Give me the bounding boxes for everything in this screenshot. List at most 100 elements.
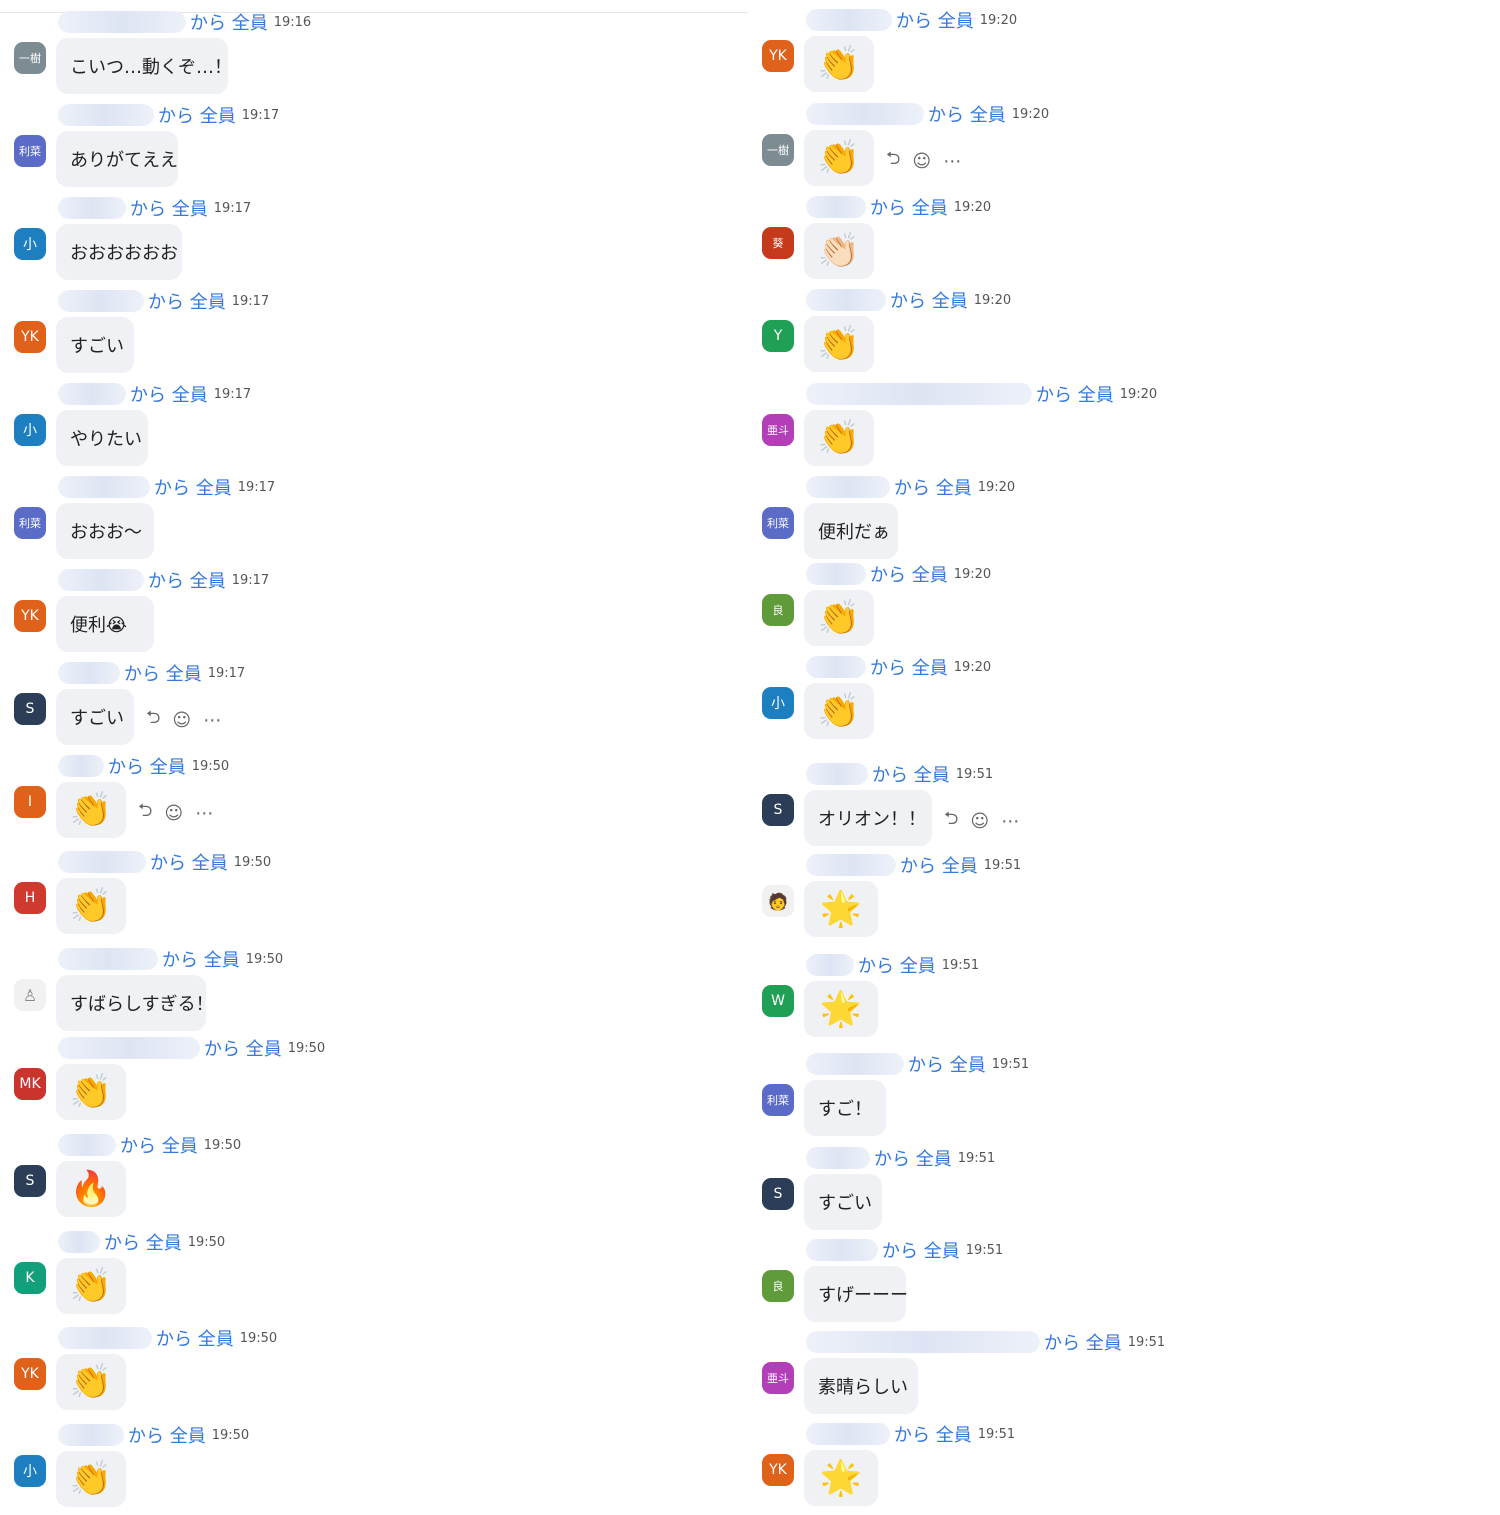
chat-message[interactable]: YK から 全員 19:17 便利😭 [0, 568, 740, 660]
message-bubble[interactable]: すごい [804, 1174, 882, 1230]
recipient-label[interactable]: から 全員 [150, 849, 228, 875]
message-actions[interactable]: ⮌ ☺ ⋯ [146, 705, 221, 735]
chat-message[interactable]: 利菜 から 全員 19:17 ありがてええ [0, 103, 740, 195]
recipient-label[interactable]: から 全員 [894, 474, 972, 500]
chat-message[interactable]: YK から 全員 19:17 すごい [0, 289, 740, 381]
recipient-label[interactable]: から 全員 [204, 1035, 282, 1061]
recipient-label[interactable]: から 全員 [1044, 1329, 1122, 1355]
chat-message[interactable]: YK から 全員 19:51 🌟 [748, 1422, 1488, 1514]
emoji-message-bubble[interactable]: 👏 [56, 1354, 126, 1410]
recipient-label[interactable]: から 全員 [894, 1421, 972, 1447]
add-reaction-icon[interactable]: ☺ [912, 151, 931, 172]
chat-message[interactable]: 小 から 全員 19:20 👏 [748, 655, 1488, 747]
chat-column-left[interactable]: 一樹 から 全員 19:16 こいつ…動くぞ…！ 利菜 から 全員 19:17 ありがてええ小… [0, 0, 740, 1507]
chat-message[interactable]: YK から 全員 19:20 👏 [748, 8, 1488, 100]
more-options-icon[interactable]: ⋯ [943, 151, 961, 172]
emoji-message-bubble[interactable]: 🌟 [804, 1450, 878, 1506]
add-reaction-icon[interactable]: ☺ [172, 710, 191, 731]
emoji-message-bubble[interactable]: 👏🏻 [804, 223, 874, 279]
message-bubble[interactable]: すばらしすぎる！ [56, 975, 214, 1031]
chat-column-right[interactable]: YK から 全員 19:20 👏 一樹 から 全員 19:20 👏 ⮌ ☺ ⋯ 葵から 全員 19:20… [748, 0, 1488, 1506]
chat-message[interactable]: 一樹 から 全員 19:16 こいつ…動くぞ…！ [0, 10, 740, 102]
message-bubble[interactable]: 便利だぁ [804, 503, 898, 559]
avatar[interactable]: 亜斗 [762, 414, 794, 446]
emoji-message-bubble[interactable]: 👏 [804, 590, 874, 646]
message-actions[interactable]: ⮌ ☺ ⋯ [886, 146, 961, 176]
avatar[interactable]: 良 [762, 594, 794, 626]
recipient-label[interactable]: から 全員 [870, 654, 948, 680]
chat-message[interactable]: 亜斗 から 全員 19:20 👏 [748, 382, 1488, 474]
reply-icon[interactable]: ⮌ [944, 806, 958, 836]
recipient-label[interactable]: から 全員 [162, 946, 240, 972]
chat-message[interactable]: H から 全員 19:50 👏 [0, 850, 740, 942]
chat-message[interactable]: S から 全員 19:51 オリオン！！ ⮌ ☺ ⋯ [748, 762, 1488, 854]
recipient-label[interactable]: から 全員 [872, 761, 950, 787]
message-bubble[interactable]: すごい [56, 317, 134, 373]
emoji-message-bubble[interactable]: 🔥 [56, 1161, 126, 1217]
recipient-label[interactable]: から 全員 [104, 1229, 182, 1255]
chat-message[interactable]: MK から 全員 19:50 👏 [0, 1036, 740, 1128]
avatar[interactable]: 良 [762, 1270, 794, 1302]
recipient-label[interactable]: から 全員 [900, 852, 978, 878]
avatar[interactable]: 🧑 [762, 885, 794, 917]
message-bubble[interactable]: すげーーー [804, 1266, 908, 1322]
recipient-label[interactable]: から 全員 [154, 474, 232, 500]
message-bubble[interactable]: おおお〜 [56, 503, 154, 559]
recipient-label[interactable]: から 全員 [190, 9, 268, 35]
chat-message[interactable]: 葵 から 全員 19:20 👏🏻 [748, 195, 1488, 287]
emoji-message-bubble[interactable]: 👏 [804, 316, 874, 372]
emoji-message-bubble[interactable]: 👏 [804, 36, 874, 92]
message-actions[interactable]: ⮌ ☺ ⋯ [138, 798, 213, 828]
chat-message[interactable]: 利菜 から 全員 19:20 便利だぁ [748, 475, 1488, 567]
chat-message[interactable]: 🧑 から 全員 19:51 🌟 [748, 853, 1488, 945]
chat-message[interactable]: ♙ から 全員 19:50 すばらしすぎる！ [0, 947, 740, 1039]
emoji-message-bubble[interactable]: 👏 [56, 782, 126, 838]
message-bubble[interactable]: 便利😭 [56, 596, 154, 652]
avatar[interactable]: YK [762, 1454, 794, 1486]
chat-message[interactable]: Y から 全員 19:20 👏 [748, 288, 1488, 380]
avatar[interactable]: YK [762, 40, 794, 72]
recipient-label[interactable]: から 全員 [870, 194, 948, 220]
recipient-label[interactable]: から 全員 [130, 195, 208, 221]
avatar[interactable]: YK [14, 1358, 46, 1390]
emoji-message-bubble[interactable]: 👏 [804, 410, 874, 466]
avatar[interactable]: 小 [762, 687, 794, 719]
message-bubble[interactable]: こいつ…動くぞ…！ [56, 38, 232, 94]
recipient-label[interactable]: から 全員 [124, 660, 202, 686]
recipient-label[interactable]: から 全員 [148, 288, 226, 314]
avatar[interactable]: 葵 [762, 227, 794, 259]
recipient-label[interactable]: から 全員 [128, 1422, 206, 1448]
message-bubble[interactable]: 素晴らしい [804, 1358, 918, 1414]
add-reaction-icon[interactable]: ☺ [970, 811, 989, 832]
recipient-label[interactable]: から 全員 [870, 561, 948, 587]
chat-message[interactable]: 小 から 全員 19:17 おおおおおお [0, 196, 740, 288]
avatar[interactable]: K [14, 1262, 46, 1294]
reply-icon[interactable]: ⮌ [146, 705, 160, 735]
chat-message[interactable]: 利菜 から 全員 19:17 おおお〜 [0, 475, 740, 567]
chat-message[interactable]: S から 全員 19:50 🔥 [0, 1133, 740, 1225]
add-reaction-icon[interactable]: ☺ [164, 803, 183, 824]
chat-message[interactable]: 一樹 から 全員 19:20 👏 ⮌ ☺ ⋯ [748, 102, 1488, 194]
avatar[interactable]: W [762, 985, 794, 1017]
reply-icon[interactable]: ⮌ [886, 146, 900, 176]
avatar[interactable]: YK [14, 600, 46, 632]
recipient-label[interactable]: から 全員 [108, 753, 186, 779]
recipient-label[interactable]: から 全員 [896, 7, 974, 33]
recipient-label[interactable]: から 全員 [158, 102, 236, 128]
recipient-label[interactable]: から 全員 [148, 567, 226, 593]
avatar[interactable]: 利菜 [762, 1084, 794, 1116]
chat-message[interactable]: 亜斗 から 全員 19:51 素晴らしい [748, 1330, 1488, 1422]
more-options-icon[interactable]: ⋯ [195, 803, 213, 824]
message-bubble[interactable]: すご！ [804, 1080, 886, 1136]
chat-message[interactable]: 良 から 全員 19:51 すげーーー [748, 1238, 1488, 1330]
chat-message[interactable]: 小 から 全員 19:50 👏 [0, 1423, 740, 1515]
emoji-message-bubble[interactable]: 🌟 [804, 981, 878, 1037]
chat-message[interactable]: S から 全員 19:17 すごい ⮌ ☺ ⋯ [0, 661, 740, 753]
chat-message[interactable]: W から 全員 19:51 🌟 [748, 953, 1488, 1045]
recipient-label[interactable]: から 全員 [928, 101, 1006, 127]
recipient-label[interactable]: から 全員 [890, 287, 968, 313]
emoji-message-bubble[interactable]: 👏 [56, 1064, 126, 1120]
reply-icon[interactable]: ⮌ [138, 798, 152, 828]
avatar[interactable]: MK [14, 1068, 46, 1100]
avatar[interactable]: 小 [14, 414, 46, 446]
